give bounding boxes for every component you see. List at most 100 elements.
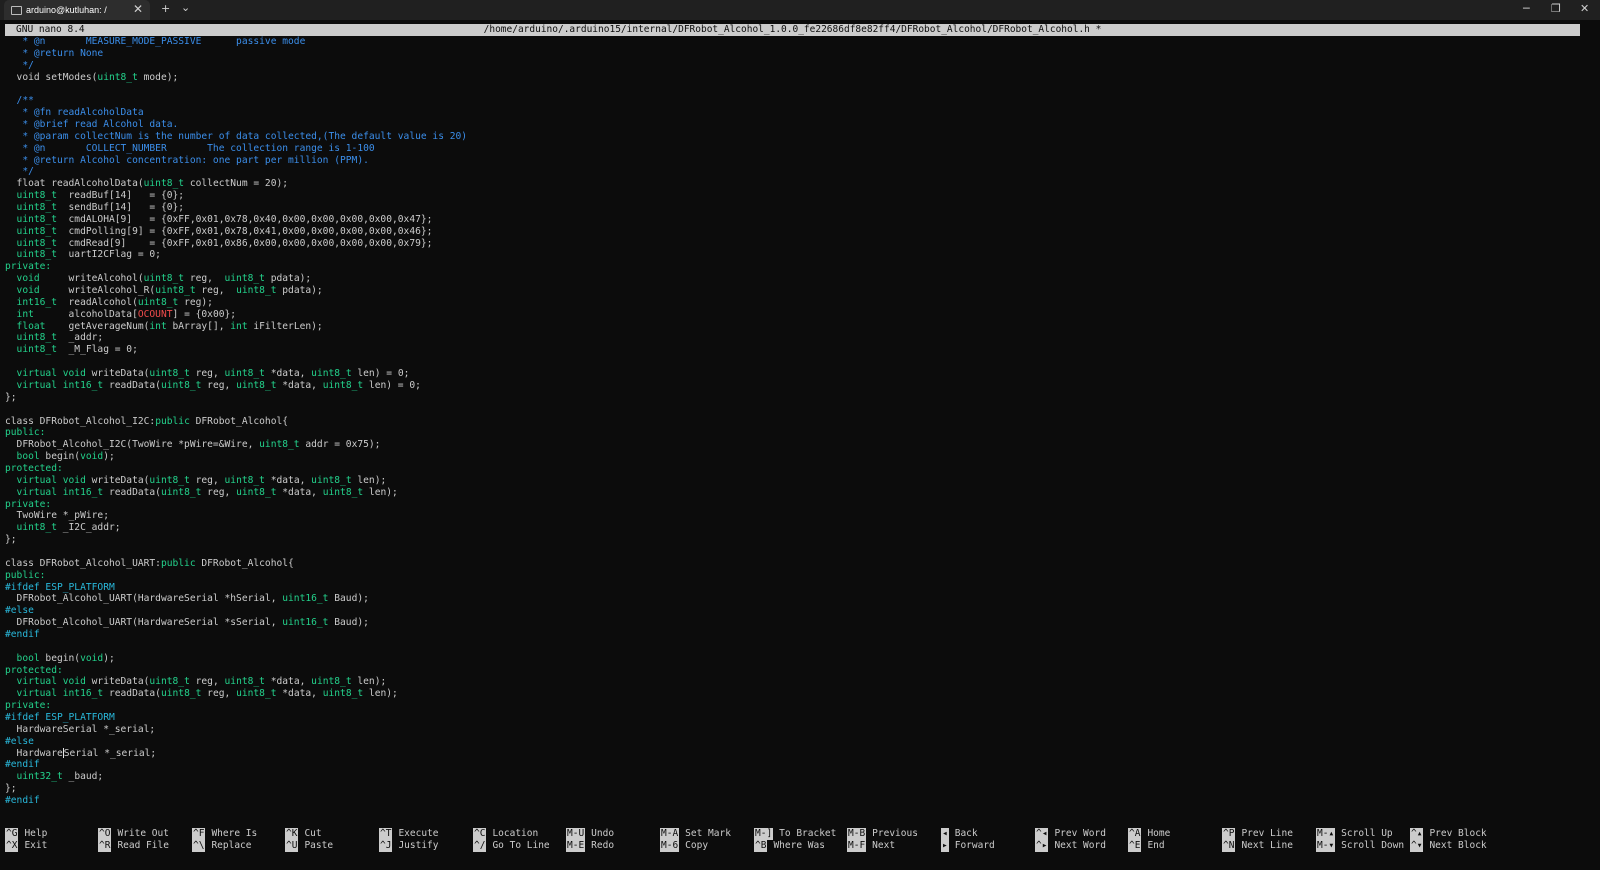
window-titlebar: arduino@kutluhan: / ✕ + ⌄ ─ ❐ ✕ (0, 0, 1600, 20)
terminal-icon (11, 6, 22, 15)
code-line: void setModes(uint8_t mode); (5, 72, 1595, 84)
shortcut-next-block[interactable]: ^▾ Next Block (1410, 840, 1487, 852)
code-token: uint8_t (311, 676, 352, 688)
shortcut-read-file[interactable]: ^R Read File (98, 840, 169, 852)
code-token: *data, (264, 676, 312, 688)
shortcut-label: Go To Line (492, 840, 550, 851)
shortcut-key: ^N (1222, 840, 1236, 852)
shortcut-key: ^▴ (1410, 828, 1424, 840)
code-token: void (5, 285, 40, 297)
code-line: * @brief read Alcohol data. (5, 119, 1595, 131)
maximize-icon[interactable]: ❐ (1551, 2, 1561, 15)
shortcut-exit[interactable]: ^X Exit (5, 840, 47, 852)
code-token: protected: (5, 664, 63, 676)
shortcut-copy[interactable]: M-6 Copy (660, 840, 708, 852)
shortcut-undo[interactable]: M-U Undo (566, 828, 614, 840)
shortcut-forward[interactable]: ▸ Forward (941, 840, 995, 852)
code-line: float getAverageNum(int bArray[], int iF… (5, 321, 1595, 333)
code-line: uint8_t cmdRead[9] = {0xFF,0x01,0x86,0x0… (5, 238, 1595, 250)
code-token: bool (5, 451, 40, 463)
shortcut-label: Replace (211, 840, 252, 851)
shortcut-replace[interactable]: ^\ Replace (192, 840, 252, 852)
shortcut-set-mark[interactable]: M-A Set Mark (660, 828, 731, 840)
code-token: protected: (5, 462, 63, 474)
editor-text-area[interactable]: * @n MEASURE_MODE_PASSIVE passive mode *… (5, 36, 1595, 806)
tab-dropdown-icon[interactable]: ⌄ (181, 1, 190, 14)
shortcut-key: ^G (5, 828, 19, 840)
code-line: #endif (5, 759, 1595, 771)
shortcut-home[interactable]: ^A Home (1128, 828, 1170, 840)
shortcut-label: Back (954, 828, 978, 839)
shortcut-key: M-B (847, 828, 867, 840)
shortcut-location[interactable]: ^C Location (473, 828, 538, 840)
code-line: uint32_t _baud; (5, 771, 1595, 783)
shortcut-help[interactable]: ^G Help (5, 828, 47, 840)
shortcut-go-to-line[interactable]: ^/ Go To Line (473, 840, 550, 852)
new-tab-button[interactable]: + (161, 2, 170, 15)
code-line: public: (5, 570, 1595, 582)
code-token: DFRobot_Alcohol{ (189, 415, 289, 427)
code-token: uint8_t (137, 296, 179, 308)
terminal-tab[interactable]: arduino@kutluhan: / ✕ (4, 0, 150, 20)
shortcut-label: Prev Block (1429, 828, 1487, 839)
shortcut-label: Undo (591, 828, 615, 839)
code-line: uint8_t cmdPolling[9] = {0xFF,0x01,0x78,… (5, 226, 1595, 238)
code-token: len) = 0; (363, 379, 421, 391)
code-line: HardwareSerial *_serial; (5, 724, 1595, 736)
minimize-icon[interactable]: ─ (1523, 2, 1530, 15)
code-token: writeData( (85, 474, 150, 486)
shortcut-paste[interactable]: ^U Paste (285, 840, 333, 852)
shortcut-where-was[interactable]: ^B Where Was (754, 840, 825, 852)
shortcut-end[interactable]: ^E End (1128, 840, 1165, 852)
code-token: readData( (103, 688, 161, 700)
window-close-icon[interactable]: ✕ (1580, 2, 1589, 15)
code-token: virtual void (5, 474, 86, 486)
shortcut-scroll-down[interactable]: M-▾ Scroll Down (1316, 840, 1404, 852)
shortcut-previous[interactable]: M-B Previous (847, 828, 918, 840)
code-token: virtual void (5, 368, 86, 380)
code-token: void setModes( (5, 71, 98, 83)
code-token: private: (5, 498, 52, 510)
shortcut-execute[interactable]: ^T Execute (379, 828, 439, 840)
code-token: int (230, 320, 248, 332)
shortcut-prev-word[interactable]: ^◂ Prev Word (1035, 828, 1106, 840)
shortcut-next[interactable]: M-F Next (847, 840, 895, 852)
code-token: public (160, 557, 196, 569)
shortcut-key: M-] (754, 828, 774, 840)
shortcut-next-word[interactable]: ^▸ Next Word (1035, 840, 1106, 852)
code-line: private: (5, 261, 1595, 273)
shortcut-label: Copy (685, 840, 709, 851)
code-token: uint8_t (160, 379, 202, 391)
shortcut-scroll-up[interactable]: M-▴ Scroll Up (1316, 828, 1393, 840)
code-token: uint8_t (322, 486, 364, 498)
code-token: int (5, 308, 34, 320)
shortcut-key: M-6 (660, 840, 680, 852)
code-line: * @n COLLECT_NUMBER The collection range… (5, 143, 1595, 155)
code-line: protected: (5, 463, 1595, 475)
code-line: * @fn readAlcoholData (5, 107, 1595, 119)
code-token: writeAlcohol_R( (39, 285, 156, 297)
shortcut-write-out[interactable]: ^O Write Out (98, 828, 169, 840)
shortcut-prev-line[interactable]: ^P Prev Line (1222, 828, 1293, 840)
shortcut-cut[interactable]: ^K Cut (285, 828, 322, 840)
shortcut-justify[interactable]: ^J Justify (379, 840, 439, 852)
tab-close-icon[interactable]: ✕ (133, 2, 143, 16)
shortcut-to-bracket[interactable]: M-] To Bracket (754, 828, 836, 840)
shortcut-redo[interactable]: M-E Redo (566, 840, 614, 852)
code-token: uint16_t (282, 593, 329, 605)
code-token: Baud); (328, 617, 369, 629)
shortcut-back[interactable]: ◂ Back (941, 828, 978, 840)
shortcut-where-is[interactable]: ^F Where Is (192, 828, 257, 840)
code-token: pdata); (276, 285, 323, 297)
code-token: DFRobot_Alcohol{ (195, 557, 294, 569)
shortcut-next-line[interactable]: ^N Next Line (1222, 840, 1293, 852)
code-token: readBuf[14] = {0}; (56, 190, 185, 202)
shortcut-label: To Bracket (779, 828, 837, 839)
code-token: uint8_t (5, 344, 57, 356)
code-line: TwoWire *_pWire; (5, 510, 1595, 522)
code-token: Serial *_serial; (63, 747, 157, 759)
code-token: #ifdef ESP_PLATFORM (5, 581, 115, 593)
shortcut-key: ^A (1128, 828, 1142, 840)
shortcut-prev-block[interactable]: ^▴ Prev Block (1410, 828, 1487, 840)
